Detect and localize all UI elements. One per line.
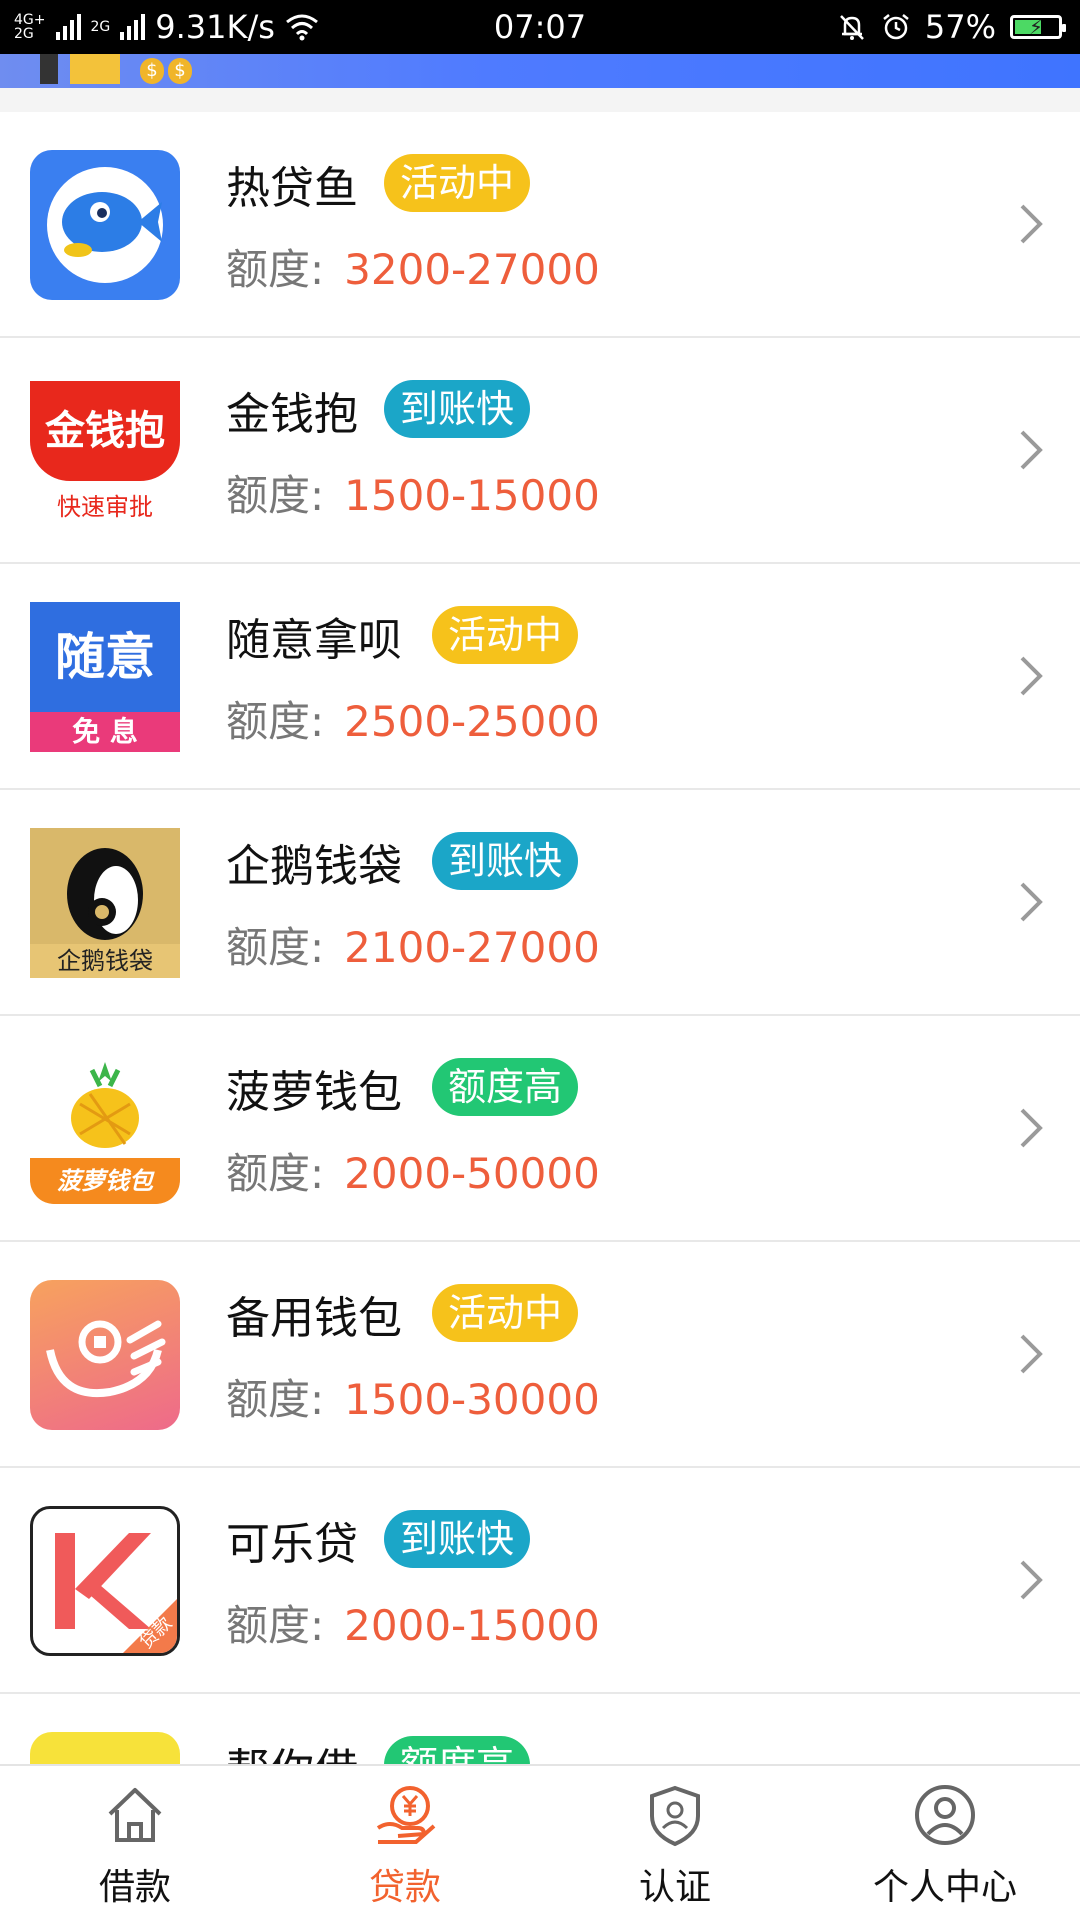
nav-item-loan[interactable]: 贷款	[270, 1766, 540, 1920]
logo-subtext: 免 息	[30, 712, 180, 752]
coin-icon: $	[140, 58, 164, 84]
chevron-right-icon	[1020, 1334, 1043, 1374]
banner-figure-icon	[40, 54, 58, 84]
loan-badge: 活动中	[432, 1284, 579, 1342]
shield-check-icon	[650, 1785, 700, 1847]
loan-list: 热贷鱼 活动中 额度: 3200-27000 金钱抱 快速审批 金钱抱 到账快 额…	[0, 112, 1080, 1894]
chevron-right-icon	[1020, 1560, 1043, 1600]
chevron-right-icon	[1020, 656, 1043, 696]
chevron-right-icon	[1020, 882, 1043, 922]
amount-label: 额度:	[226, 923, 325, 972]
nav-label: 认证	[638, 1867, 711, 1908]
loan-badge: 额度高	[432, 1058, 579, 1116]
loan-amount: 额度: 2500-25000	[226, 688, 600, 749]
banner-gold-icon	[70, 54, 120, 84]
amount-value: 1500-30000	[344, 1375, 600, 1424]
coin-icon: $	[168, 58, 192, 84]
battery-percent: 57%	[924, 8, 996, 46]
amount-value: 2000-15000	[344, 1601, 600, 1650]
loan-name: 随意拿呗	[226, 615, 402, 666]
amount-value: 2100-27000	[344, 923, 600, 972]
amount-value: 2000-50000	[344, 1149, 600, 1198]
nav-item-profile[interactable]: 个人中心	[810, 1766, 1080, 1920]
loan-name: 热贷鱼	[226, 163, 358, 214]
pineapple-icon: 菠萝钱包	[30, 1054, 180, 1204]
loan-yen-icon	[376, 1786, 436, 1844]
jinqianbao-logo-icon: 金钱抱 快速审批	[30, 376, 180, 526]
nav-item-verify[interactable]: 认证	[540, 1766, 810, 1920]
fish-icon	[30, 150, 180, 300]
loan-amount: 额度: 2000-50000	[226, 1140, 600, 1201]
logo-subtext: 菠萝钱包	[30, 1158, 180, 1204]
loan-amount: 额度: 1500-30000	[226, 1366, 600, 1427]
kele-logo-icon: 贷款	[30, 1506, 180, 1656]
bell-off-icon	[839, 15, 864, 40]
screen: 4G+ 2G 2G 9.31K/s 07:07 57% ⚡ $ $ 热贷鱼 活动…	[0, 0, 1080, 1920]
hand-coin-icon	[30, 1280, 180, 1430]
loan-amount: 额度: 2000-15000	[226, 1592, 600, 1653]
nav-item-borrow[interactable]: 借款	[0, 1766, 270, 1920]
penguin-icon: 企鹅钱袋	[30, 828, 180, 978]
loan-badge: 活动中	[432, 606, 579, 664]
chevron-right-icon	[1020, 204, 1043, 244]
loan-amount: 额度: 3200-27000	[226, 236, 600, 297]
amount-value: 2500-25000	[344, 697, 600, 746]
suiyi-logo-icon: 随意 免 息	[30, 602, 180, 752]
loan-name: 可乐贷	[226, 1519, 358, 1570]
home-icon	[108, 1788, 162, 1842]
chevron-right-icon	[1020, 430, 1043, 470]
loan-name: 金钱抱	[226, 389, 358, 440]
amount-label: 额度:	[226, 245, 325, 294]
amount-label: 额度:	[226, 471, 325, 520]
loan-row[interactable]: 热贷鱼 活动中 额度: 3200-27000	[0, 112, 1080, 338]
loan-amount: 额度: 2100-27000	[226, 914, 600, 975]
loan-badge: 到账快	[384, 1510, 531, 1568]
chevron-right-icon	[1020, 1108, 1043, 1148]
logo-subtext: 企鹅钱袋	[30, 944, 180, 978]
amount-label: 额度:	[226, 1149, 325, 1198]
amount-value: 1500-15000	[344, 471, 600, 520]
amount-label: 额度:	[226, 697, 325, 746]
amount-value: 3200-27000	[344, 245, 600, 294]
loan-badge: 到账快	[432, 832, 579, 890]
logo-text: 金钱抱	[30, 380, 180, 481]
loan-name: 菠萝钱包	[226, 1067, 402, 1118]
battery-icon: ⚡	[1010, 15, 1066, 39]
loan-row[interactable]: 随意 免 息 随意拿呗 活动中 额度: 2500-25000	[0, 564, 1080, 790]
alarm-icon	[883, 14, 909, 40]
loan-badge: 到账快	[384, 380, 531, 438]
status-right: 57% ⚡	[837, 8, 1066, 46]
amount-label: 额度:	[226, 1375, 325, 1424]
loan-badge: 活动中	[384, 154, 531, 212]
loan-name: 备用钱包	[226, 1293, 402, 1344]
nav-label: 借款	[98, 1867, 171, 1908]
user-circle-icon	[915, 1785, 975, 1845]
loan-row[interactable]: 企鹅钱袋 企鹅钱袋 到账快 额度: 2100-27000	[0, 790, 1080, 1016]
status-bar: 4G+ 2G 2G 9.31K/s 07:07 57% ⚡	[0, 0, 1080, 54]
amount-label: 额度:	[226, 1601, 325, 1650]
loan-row[interactable]: 贷款 可乐贷 到账快 额度: 2000-15000	[0, 1468, 1080, 1694]
nav-label: 贷款	[368, 1867, 441, 1908]
loan-name: 企鹅钱袋	[226, 841, 402, 892]
divider	[0, 88, 1080, 112]
logo-subtext: 快速审批	[57, 492, 153, 521]
bottom-nav: 借款 贷款 认证 个人中心	[0, 1764, 1080, 1920]
nav-label: 个人中心	[872, 1867, 1017, 1908]
loan-row[interactable]: 菠萝钱包 菠萝钱包 额度高 额度: 2000-50000	[0, 1016, 1080, 1242]
loan-amount: 额度: 1500-15000	[226, 462, 600, 523]
logo-text: 随意	[55, 628, 155, 686]
banner-strip[interactable]: $ $	[0, 54, 1080, 88]
loan-row[interactable]: 金钱抱 快速审批 金钱抱 到账快 额度: 1500-15000	[0, 338, 1080, 564]
loan-row[interactable]: 备用钱包 活动中 额度: 1500-30000	[0, 1242, 1080, 1468]
